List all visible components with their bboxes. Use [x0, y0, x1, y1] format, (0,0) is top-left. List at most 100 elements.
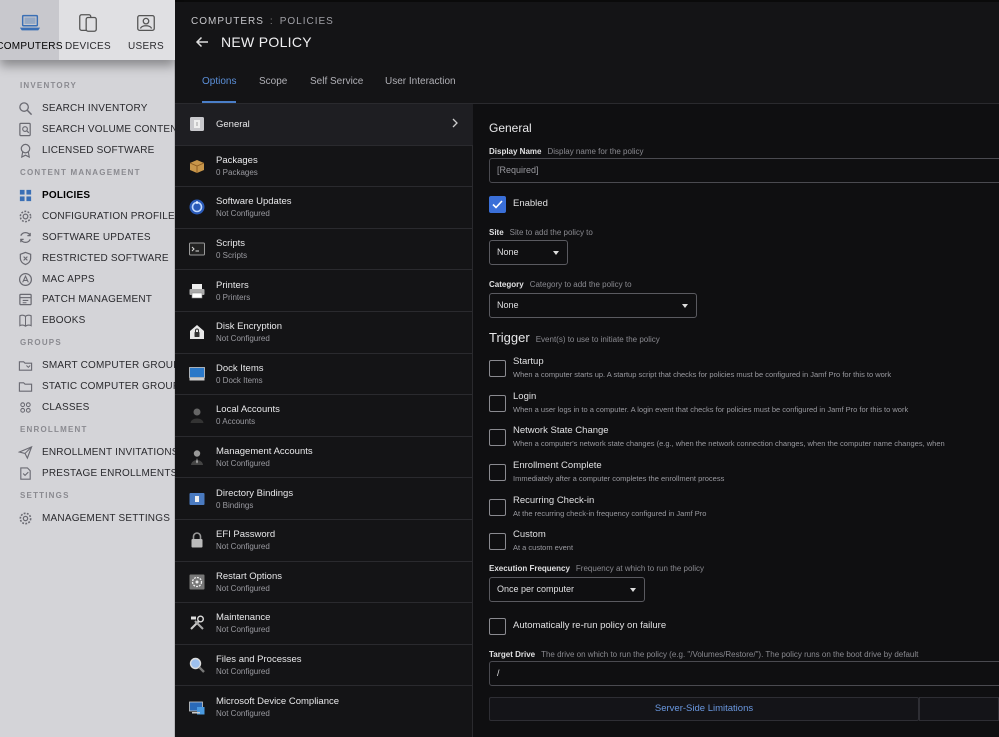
- payload-efi-password[interactable]: EFI Password Not Configured: [175, 520, 473, 562]
- execution-frequency-select[interactable]: Once per computer: [489, 577, 645, 602]
- payload-disk-encryption[interactable]: Disk Encryption Not Configured: [175, 312, 473, 354]
- page-title: NEW POLICY: [221, 34, 312, 50]
- enabled-checkbox-row[interactable]: Enabled: [489, 196, 548, 213]
- payload-name: Restart Options: [216, 570, 282, 582]
- classes-icon: [20, 402, 31, 413]
- book-icon: [19, 314, 32, 327]
- tab-user-interaction[interactable]: User Interaction: [385, 76, 456, 101]
- enabled-checkbox[interactable]: [489, 196, 506, 213]
- checkmark-icon: [492, 200, 503, 209]
- breadcrumb-root[interactable]: COMPUTERS: [191, 16, 264, 27]
- tab-options[interactable]: Options: [202, 76, 237, 103]
- site-select[interactable]: None: [489, 240, 568, 265]
- sidebar-item-licensed-software[interactable]: LICENSED SOFTWARE: [18, 143, 155, 158]
- payload-management-accounts[interactable]: Management Accounts Not Configured: [175, 437, 473, 479]
- prestage-icon: [20, 467, 31, 480]
- trigger-recurring-checkbox[interactable]: [489, 499, 506, 516]
- sidebar-item-configuration-profiles[interactable]: CONFIGURATION PROFILES: [18, 209, 182, 224]
- top-tab-devices[interactable]: DEVICES: [59, 0, 117, 60]
- sidebar-item-search-inventory[interactable]: SEARCH INVENTORY: [18, 101, 148, 116]
- smart-folder-icon: [18, 361, 33, 371]
- sidebar-item-software-updates[interactable]: SOFTWARE UPDATES: [18, 230, 151, 245]
- payload-software-updates[interactable]: Software Updates Not Configured: [175, 187, 473, 229]
- trigger-network-checkbox[interactable]: [489, 429, 506, 446]
- trigger-custom[interactable]: Custom At a custom event: [489, 529, 573, 552]
- trigger-login-checkbox[interactable]: [489, 395, 506, 412]
- payload-status: Not Configured: [216, 625, 270, 635]
- payload-microsoft-device-compliance[interactable]: Microsoft Device Compliance Not Configure…: [175, 686, 473, 728]
- breadcrumb-current[interactable]: POLICIES: [280, 16, 334, 27]
- rerun-on-failure-row[interactable]: Automatically re-run policy on failure: [489, 618, 666, 635]
- folder-icon: [18, 382, 33, 392]
- limitations-secondary-button[interactable]: [919, 697, 999, 721]
- chevron-right-icon: [452, 118, 458, 128]
- policies-icon: [19, 189, 32, 202]
- payload-status: Not Configured: [216, 709, 270, 719]
- sidebar-item-label: STATIC COMPUTER GROUPS: [42, 381, 187, 392]
- sidebar-item-search-volume-content[interactable]: SEARCH VOLUME CONTENT: [18, 122, 184, 137]
- gear-icon: [19, 210, 32, 223]
- payload-directory-bindings[interactable]: Directory Bindings 0 Bindings: [175, 478, 473, 520]
- sidebar-item-label: PRESTAGE ENROLLMENTS: [42, 468, 178, 479]
- trigger-recurring-check-in[interactable]: Recurring Check-in At the recurring check…: [489, 495, 706, 518]
- trigger-enrollment-complete[interactable]: Enrollment Complete Immediately after a c…: [489, 460, 724, 483]
- rerun-on-failure-checkbox[interactable]: [489, 618, 506, 635]
- disk-encryption-icon: [190, 325, 204, 340]
- trigger-enrollment-checkbox[interactable]: [489, 464, 506, 481]
- trigger-custom-checkbox[interactable]: [489, 533, 506, 550]
- top-tab-users[interactable]: USERS: [117, 0, 175, 60]
- trigger-title: Enrollment Complete: [513, 460, 602, 471]
- sidebar-item-enrollment-invitations[interactable]: ENROLLMENT INVITATIONS: [18, 445, 179, 460]
- management-account-icon: [191, 450, 203, 466]
- payload-scripts[interactable]: Scripts 0 Scripts: [175, 229, 473, 271]
- back-arrow-icon[interactable]: [195, 35, 209, 49]
- category-select[interactable]: None: [489, 293, 697, 318]
- sidebar-item-management-settings[interactable]: MANAGEMENT SETTINGS: [18, 511, 170, 526]
- payload-dock-items[interactable]: Dock Items 0 Dock Items: [175, 354, 473, 396]
- sidebar-item-classes[interactable]: CLASSES: [18, 400, 90, 415]
- sidebar-item-mac-apps[interactable]: MAC APPS: [18, 272, 95, 287]
- local-account-icon: [190, 408, 204, 424]
- server-side-limitations-button[interactable]: Server-Side Limitations: [489, 697, 919, 721]
- section-groups: GROUPS: [20, 338, 62, 347]
- display-name-input[interactable]: [Required]: [489, 158, 999, 183]
- tab-self-service[interactable]: Self Service: [310, 76, 363, 101]
- breadcrumb-separator: :: [269, 16, 274, 27]
- top-tab-computers[interactable]: COMPUTERS: [0, 0, 62, 60]
- trigger-startup[interactable]: Startup When a computer starts up. A star…: [489, 356, 891, 379]
- payload-status: 0 Printers: [216, 292, 251, 302]
- sidebar-item-restricted-software[interactable]: RESTRICTED SOFTWARE: [18, 251, 169, 266]
- payload-status: 0 Accounts: [216, 417, 256, 427]
- payload-status: Not Configured: [216, 667, 270, 677]
- sidebar-item-label: PATCH MANAGEMENT: [42, 294, 153, 305]
- trigger-login[interactable]: Login When a user logs in to a computer. …: [489, 391, 908, 414]
- trigger-startup-checkbox[interactable]: [489, 360, 506, 377]
- trigger-network-state-change[interactable]: Network State Change When a computer's ne…: [489, 425, 999, 448]
- devices-icon: [79, 14, 97, 32]
- app-store-icon: [18, 272, 33, 287]
- sidebar-item-patch-management[interactable]: PATCH MANAGEMENT: [18, 292, 152, 307]
- trigger-title: Network State Change: [513, 425, 609, 436]
- display-name-label: Display Name Display name for the policy: [489, 147, 644, 156]
- payload-files-and-processes[interactable]: Files and Processes Not Configured: [175, 645, 473, 687]
- sidebar-item-smart-computer-groups[interactable]: SMART COMPUTER GROUPS: [18, 358, 187, 373]
- payload-printers[interactable]: Printers 0 Printers: [175, 270, 473, 312]
- sidebar-item-prestage-enrollments[interactable]: PRESTAGE ENROLLMENTS: [18, 466, 178, 481]
- payload-general[interactable]: General: [175, 104, 473, 146]
- payload-local-accounts[interactable]: Local Accounts 0 Accounts: [175, 395, 473, 437]
- top-tab-label: DEVICES: [64, 41, 111, 52]
- payload-restart-options[interactable]: Restart Options Not Configured: [175, 562, 473, 604]
- payload-maintenance[interactable]: Maintenance Not Configured: [175, 603, 473, 645]
- payload-name: Directory Bindings: [216, 487, 294, 499]
- payload-name: EFI Password: [216, 529, 276, 541]
- tab-scope[interactable]: Scope: [259, 76, 287, 101]
- payload-name: Local Accounts: [216, 404, 280, 416]
- payload-packages[interactable]: Packages 0 Packages: [175, 146, 473, 188]
- sidebar-item-policies[interactable]: POLICIES: [18, 188, 90, 203]
- sidebar-item-ebooks[interactable]: EBOOKS: [18, 313, 85, 328]
- target-drive-input[interactable]: /: [489, 661, 999, 686]
- trigger-desc: At the recurring check-in frequency conf…: [513, 509, 707, 518]
- sidebar-item-label: MAC APPS: [42, 274, 95, 285]
- sidebar-item-static-computer-groups[interactable]: STATIC COMPUTER GROUPS: [18, 379, 187, 394]
- sidebar-item-label: EBOOKS: [42, 315, 86, 326]
